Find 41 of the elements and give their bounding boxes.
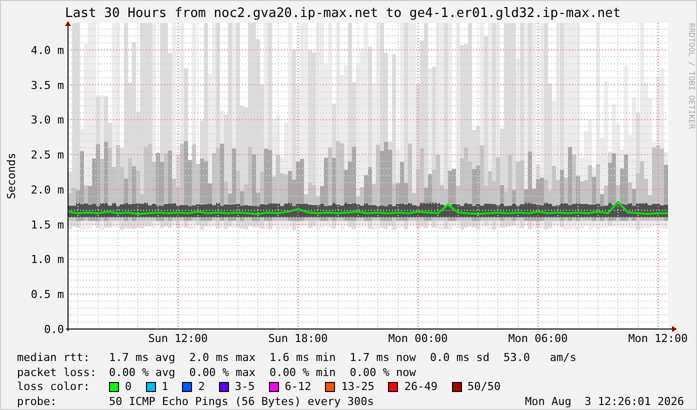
legend-value: 0.00 % avg: [109, 366, 176, 380]
y-tick-label: 4.0 m: [30, 44, 64, 57]
legend-value: 53.0 am/s: [504, 351, 576, 366]
y-tick-label: 0.0: [44, 323, 64, 336]
legend-value: 0.00 % now: [350, 366, 416, 380]
legend-value: 13-25: [341, 380, 374, 394]
x-tick-label: Mon 12:00: [628, 332, 688, 345]
legend-value: 1.7 ms avg: [109, 351, 176, 366]
x-tick-label: Mon 06:00: [508, 332, 568, 345]
legend-value: 0.00 % max: [189, 366, 256, 380]
y-tick-label: 1.5 m: [30, 218, 64, 232]
x-tick-label: Sun 12:00: [148, 332, 208, 345]
y-tick-label: 2.0 m: [30, 183, 64, 196]
legend-value: 50/50: [468, 380, 501, 394]
legend-value: 1: [162, 380, 168, 394]
y-tick-label: 3.5 m: [30, 78, 64, 92]
legend-value: 0.00 % min: [269, 366, 336, 380]
legend-label: loss color:: [17, 380, 91, 394]
legend-value: 3-5: [234, 380, 255, 394]
probe-text: 50 ICMP Echo Pings (56 Bytes) every 300s: [109, 394, 374, 409]
legend-value: 2.0 ms max: [189, 351, 256, 366]
legend-value: 1.6 ms min: [269, 351, 336, 366]
y-axis-label: Seconds: [5, 152, 18, 200]
legend-value: 0.0 ms sd: [430, 351, 490, 366]
legend-value: 26-49: [404, 380, 438, 394]
y-tick-label: 0.5 m: [30, 288, 64, 302]
legend-value: 6-12: [284, 380, 312, 394]
legend-value: 2: [198, 380, 205, 394]
timestamp: Mon Aug 3 12:26:01 2026: [525, 394, 684, 409]
x-tick-label: Sun 18:00: [268, 332, 328, 345]
legend-value: 1.7 ms now: [350, 351, 416, 366]
x-tick-label: Mon 00:00: [388, 332, 448, 345]
legend-label: packet loss:: [17, 366, 98, 380]
legend-value: 0: [125, 380, 132, 394]
y-tick-label: 1.0 m: [30, 253, 64, 266]
y-tick-label: 3.0 m: [30, 114, 64, 127]
legend-label: probe:: [17, 394, 58, 409]
graph-title: Last 30 Hours from noc2.gva20.ip-max.net to ge4-1.er01.gld32.ip-max.net: [64, 5, 622, 21]
y-tick-label: 2.5 m: [30, 148, 64, 162]
legend-label: median rtt:: [17, 351, 91, 366]
credit-text: RRDTOOL / TOBI OETIKER: [687, 23, 696, 129]
